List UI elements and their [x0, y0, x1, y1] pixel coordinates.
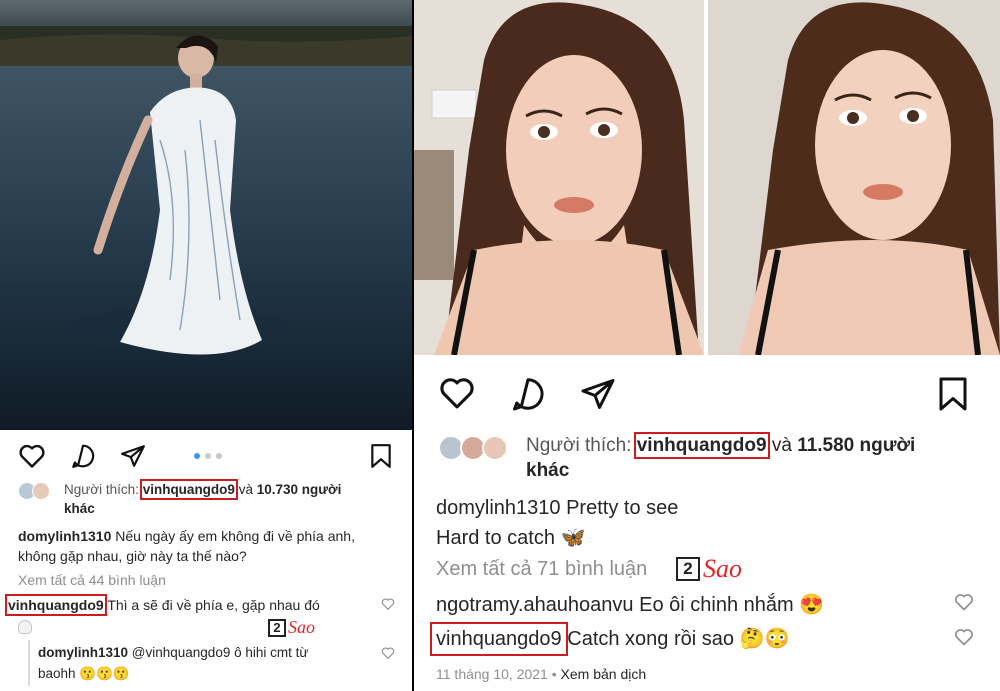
- liker-avatars[interactable]: [438, 435, 514, 463]
- liked-by-row: Người thích: vinhquangdo9 và 10.730 ngườ…: [18, 479, 408, 518]
- avatar: [32, 482, 50, 500]
- post-caption: domylinh1310 Pretty to see Hard to catch…: [436, 493, 996, 553]
- carousel-dot: [205, 453, 211, 459]
- comment-row: ngotramy.ahauhoanvu Eo ôi chinh nhắm 😍: [436, 592, 946, 618]
- caption-text-line2: Hard to catch 🦋: [436, 527, 586, 549]
- commenter-ghost-avatar-icon: [18, 620, 32, 634]
- see-translation-link[interactable]: Xem bản dịch: [561, 666, 647, 682]
- liked-by-prefix: Người thích:: [64, 482, 139, 497]
- post-photo-selfie-right[interactable]: [708, 0, 1000, 355]
- photo-selfie-illustration-2: [708, 0, 1000, 355]
- caption-username[interactable]: domylinh1310: [436, 497, 561, 519]
- watermark-word: Sao: [703, 554, 742, 583]
- reply-text-line2: baohh: [38, 666, 76, 681]
- view-all-comments-link[interactable]: Xem tất cả 71 bình luận: [436, 558, 647, 581]
- save-bookmark-icon[interactable]: [370, 443, 392, 474]
- caption-text-line1: Nếu ngày ấy em không đi về phía anh,: [115, 528, 355, 544]
- comment-text: Eo ôi chinh nhắm 😍: [639, 594, 825, 616]
- comment-text: Thì a sẽ đi về phía e, gặp nhau đó: [107, 597, 320, 613]
- right-action-bar: [438, 376, 978, 412]
- comment-username[interactable]: vinhquangdo9: [5, 594, 107, 616]
- liker-avatars[interactable]: [18, 482, 58, 500]
- reply-like-heart-icon[interactable]: [381, 646, 395, 665]
- liked-by-others-line2[interactable]: khác: [64, 499, 408, 518]
- carousel-dots-indicator: [194, 453, 222, 459]
- carousel-dot-active: [194, 453, 200, 459]
- watermark-word: Sao: [288, 617, 315, 637]
- comment-username[interactable]: vinhquangdo9: [430, 622, 568, 656]
- post-timestamp: 11 tháng 10, 2021: [436, 666, 548, 682]
- share-paper-plane-icon[interactable]: [120, 443, 146, 474]
- reply-username[interactable]: domylinh1310: [38, 645, 128, 660]
- carousel-dot: [216, 453, 222, 459]
- like-heart-icon[interactable]: [18, 443, 46, 474]
- left-instagram-post: Người thích: vinhquangdo9 và 10.730 ngườ…: [0, 0, 412, 691]
- liked-by-and: và: [771, 435, 792, 456]
- liked-by-username[interactable]: vinhquangdo9: [633, 432, 770, 459]
- watermark-number: 2: [268, 618, 286, 637]
- comment-row: vinhquangdo9 Thì a sẽ đi về phía e, gặp …: [5, 594, 403, 616]
- liked-by-prefix: Người thích:: [526, 435, 632, 456]
- comment-bubble-icon[interactable]: [70, 443, 96, 474]
- left-action-bar: [18, 443, 398, 469]
- liked-by-username[interactable]: vinhquangdo9: [139, 479, 238, 500]
- comment-row: vinhquangdo9 Catch xong rồi sao 🤔😳: [430, 622, 946, 656]
- reply-emojis: 😗😗😗: [79, 666, 130, 681]
- comment-username[interactable]: ngotramy.ahauhoanvu: [436, 594, 634, 616]
- caption-text-line1: Pretty to see: [566, 497, 679, 519]
- post-meta-row: 11 tháng 10, 2021 • Xem bản dịch: [436, 666, 646, 682]
- comment-like-heart-icon[interactable]: [381, 597, 395, 616]
- liked-by-others-line2[interactable]: khác: [526, 458, 998, 483]
- post-photo-selfie-left[interactable]: [414, 0, 704, 355]
- reply-mention[interactable]: @vinhquangdo9: [132, 645, 231, 660]
- comment-like-heart-icon[interactable]: [954, 592, 974, 617]
- watermark-2sao-logo: 2 Sao: [268, 617, 315, 638]
- share-paper-plane-icon[interactable]: [580, 376, 616, 417]
- liked-by-others-count[interactable]: 11.580 người: [797, 435, 915, 456]
- post-photo-woman-in-water[interactable]: [0, 0, 412, 430]
- watermark-number: 2: [676, 557, 700, 581]
- caption-username[interactable]: domylinh1310: [18, 528, 111, 544]
- right-instagram-post: Người thích: vinhquangdo9 và 11.580 ngườ…: [414, 0, 1000, 691]
- comment-bubble-icon[interactable]: [510, 376, 546, 417]
- reply-thread-line: [28, 640, 30, 686]
- comment-like-heart-icon[interactable]: [954, 627, 974, 652]
- watermark-2sao-logo: 2 Sao: [676, 554, 742, 584]
- liked-by-others-count[interactable]: 10.730 người: [257, 482, 342, 497]
- reply-text: ô hihi cmt từ: [234, 645, 309, 660]
- post-caption: domylinh1310 Nếu ngày ấy em không đi về …: [18, 526, 408, 566]
- view-all-comments-link[interactable]: Xem tất cả 44 bình luận: [18, 572, 166, 588]
- caption-text-line2: không gặp nhau, giờ này ta thế nào?: [18, 548, 247, 564]
- liked-by-and: và: [238, 482, 253, 497]
- avatar: [482, 435, 508, 461]
- reply-comment-row: domylinh1310 @vinhquangdo9 ô hihi cmt từ…: [38, 642, 378, 684]
- meta-separator: •: [551, 666, 557, 682]
- photo-woman-white-dress-illustration: [0, 0, 412, 430]
- save-bookmark-icon[interactable]: [938, 376, 968, 417]
- liked-by-row: Người thích: vinhquangdo9 và 11.580 ngườ…: [438, 432, 998, 483]
- photo-selfie-illustration: [414, 0, 704, 355]
- comment-text: Catch xong rồi sao 🤔😳: [567, 628, 790, 650]
- like-heart-icon[interactable]: [438, 376, 476, 415]
